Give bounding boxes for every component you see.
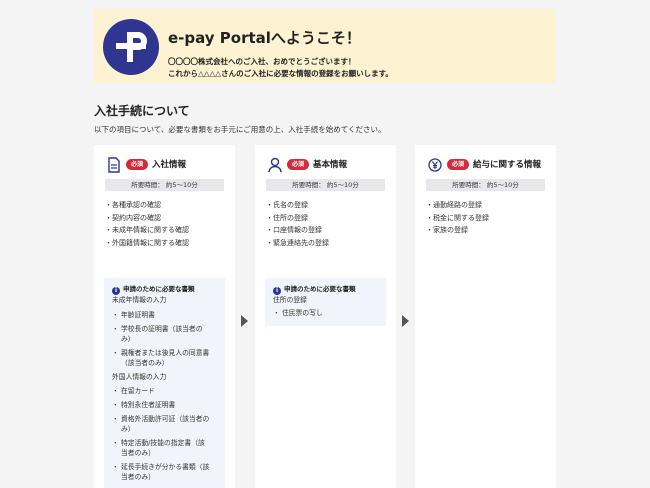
doc-item: ・ 親権者または後見人の同意書 [112, 349, 210, 357]
card-title: 入社情報 [152, 160, 187, 170]
document-icon [108, 157, 120, 173]
step-arrow-icon [402, 315, 409, 327]
banner-message-2: これから△△△△さんのご入社に必要な情報の登録をお願いします。 [168, 69, 393, 78]
doc-item: ・ 年齢証明書 [112, 311, 155, 319]
info-heading: 申請のために必要な書類 [284, 285, 356, 293]
welcome-banner: e-pay Portalへようこそ！ 〇〇〇〇株式会社へのご入社、おめでとうござ… [94, 9, 556, 83]
doc-item: ・ 特別永住者証明書 [112, 401, 176, 409]
doc-item: ・ 学校長の証明書（該当者の [112, 325, 203, 333]
list-item: 通勤経路の登録 [426, 199, 489, 212]
banner-message-1: 〇〇〇〇株式会社へのご入社、おめでとうございます！ [168, 57, 356, 66]
card-title: 給与に関する情報 [473, 160, 542, 170]
list-item: 税金に関する登録 [426, 212, 489, 225]
info-icon: i [112, 287, 120, 295]
list-item: 外国籍情報に関する確認 [105, 237, 189, 250]
required-documents-box: i 申請のために必要な書類 未成年情報の入力 ・ 年齢証明書 ・ 学校長の証明書（… [104, 278, 225, 488]
doc-item: み） [121, 425, 135, 433]
list-item: 氏名の登録 [266, 199, 329, 212]
doc-item: ・ 特定活動/技能の指定書（該 [112, 439, 205, 447]
doc-item: （該当者のみ） [121, 359, 169, 367]
card-item-list: 各種承認の確認 契約内容の確認 未成年情報に関する確認 外国籍情報に関する確認 [105, 199, 189, 250]
card-item-list: 氏名の登録 住所の登録 口座情報の登録 緊急連絡先の登録 [266, 199, 329, 250]
info-icon: i [273, 287, 281, 295]
list-item: 未成年情報に関する確認 [105, 224, 189, 237]
list-item: 契約内容の確認 [105, 212, 189, 225]
card-onboarding-info[interactable]: 必須 入社情報 所要時間： 約5〜10分 各種承認の確認 契約内容の確認 未成年… [94, 145, 235, 488]
yen-icon [428, 158, 442, 172]
doc-item: み） [121, 335, 135, 343]
list-item: 家族の登録 [426, 224, 489, 237]
doc-group-label: 未成年情報の入力 [112, 296, 167, 304]
info-heading: 申請のために必要な書類 [123, 285, 195, 293]
time-required: 所要時間： 約5〜10分 [105, 179, 224, 191]
required-badge: 必須 [126, 159, 148, 170]
epay-logo [103, 19, 159, 75]
required-documents-box: i 申請のために必要な書類 住所の登録 ・ 住民票の写し [265, 278, 386, 326]
time-required: 所要時間： 約5〜10分 [266, 179, 385, 191]
doc-item: ・ 資格外活動許可証（該当者の [112, 415, 210, 423]
doc-item: 当者のみ） [121, 473, 155, 481]
required-badge: 必須 [447, 159, 469, 170]
doc-item: ・ 住民票の写し [273, 309, 323, 317]
list-item: 各種承認の確認 [105, 199, 189, 212]
doc-item: ・ 延長手続きが分かる書類（該 [112, 463, 210, 471]
card-item-list: 通勤経路の登録 税金に関する登録 家族の登録 [426, 199, 489, 237]
doc-group-label: 外国人情報の入力 [112, 373, 167, 381]
section-description: 以下の項目について、必要な書類をお手元にご用意の上、入社手続を始めてください。 [94, 125, 386, 134]
banner-title: e-pay Portalへようこそ！ [168, 29, 361, 47]
person-icon [268, 157, 282, 173]
step-arrow-icon [241, 315, 248, 327]
list-item: 緊急連絡先の登録 [266, 237, 329, 250]
doc-group-label: 住所の登録 [273, 296, 307, 304]
list-item: 住所の登録 [266, 212, 329, 225]
card-salary-info[interactable]: 必須 給与に関する情報 所要時間： 約5〜10分 通勤経路の登録 税金に関する登… [415, 145, 556, 488]
card-basic-info[interactable]: 必須 基本情報 所要時間： 約5〜10分 氏名の登録 住所の登録 口座情報の登録… [255, 145, 396, 488]
section-title: 入社手続について [94, 104, 190, 118]
time-required: 所要時間： 約5〜10分 [426, 179, 545, 191]
doc-item: 当者のみ） [121, 449, 155, 457]
doc-item: ・ 在留カード [112, 387, 155, 395]
card-title: 基本情報 [313, 160, 348, 170]
required-badge: 必須 [287, 159, 309, 170]
list-item: 口座情報の登録 [266, 224, 329, 237]
